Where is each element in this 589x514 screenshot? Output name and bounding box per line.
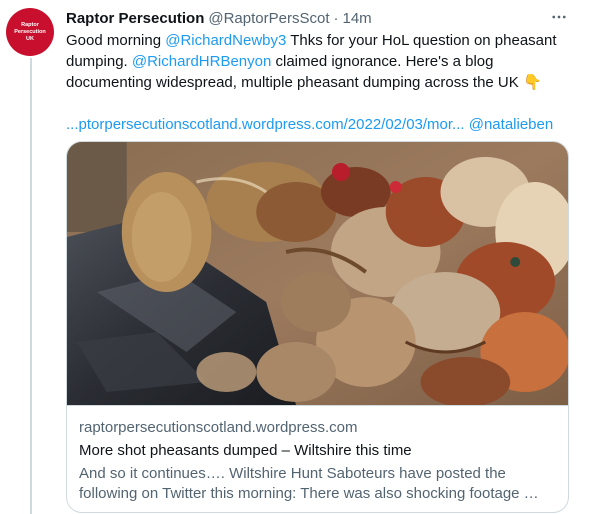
card-photo-dead-pheasants[interactable] xyxy=(67,142,568,405)
avatar-text-line-3: UK xyxy=(26,35,34,42)
card-title: More shot pheasants dumped – Wiltshire t… xyxy=(79,442,412,459)
mention-link-richardhrbenyon[interactable]: @RichardHRBenyon xyxy=(132,53,271,70)
separator-dot: · xyxy=(333,9,339,27)
avatar-text-line-2: Persecution xyxy=(14,28,46,35)
author-handle[interactable]: @RaptorPersScot xyxy=(208,10,329,27)
link-preview-card[interactable]: raptorpersecutionscotland.wordpress.com … xyxy=(66,141,569,513)
card-meta[interactable]: raptorpersecutionscotland.wordpress.com … xyxy=(67,405,568,512)
pointing-down-emoji: 👇 xyxy=(522,74,542,91)
thread-connector-line xyxy=(30,58,32,514)
tweet-header: Raptor Persecution @RaptorPersScot · 14m xyxy=(66,8,571,28)
author-name[interactable]: Raptor Persecution xyxy=(66,10,204,27)
card-description: And so it continues…. Wiltshire Hunt Sab… xyxy=(79,465,539,502)
blog-url-link[interactable]: ...ptorpersecutionscotland.wordpress.com… xyxy=(66,116,465,133)
tweet-text-part-1: Good morning xyxy=(66,32,166,49)
tweet-link-line: ...ptorpersecutionscotland.wordpress.com… xyxy=(66,114,572,135)
avatar-text-line-1: Raptor xyxy=(21,21,39,28)
tweet-body: Good morning @RichardNewby3 Thks for you… xyxy=(66,30,572,135)
mention-link-richardnewby3[interactable]: @RichardNewby3 xyxy=(165,32,286,49)
more-horizontal-icon[interactable] xyxy=(547,8,571,28)
card-domain: raptorpersecutionscotland.wordpress.com xyxy=(79,419,358,436)
tweet-timestamp[interactable]: 14m xyxy=(342,10,371,27)
mention-link-natalieben[interactable]: @natalieben xyxy=(469,116,553,133)
avatar[interactable]: Raptor Persecution UK xyxy=(6,8,54,56)
